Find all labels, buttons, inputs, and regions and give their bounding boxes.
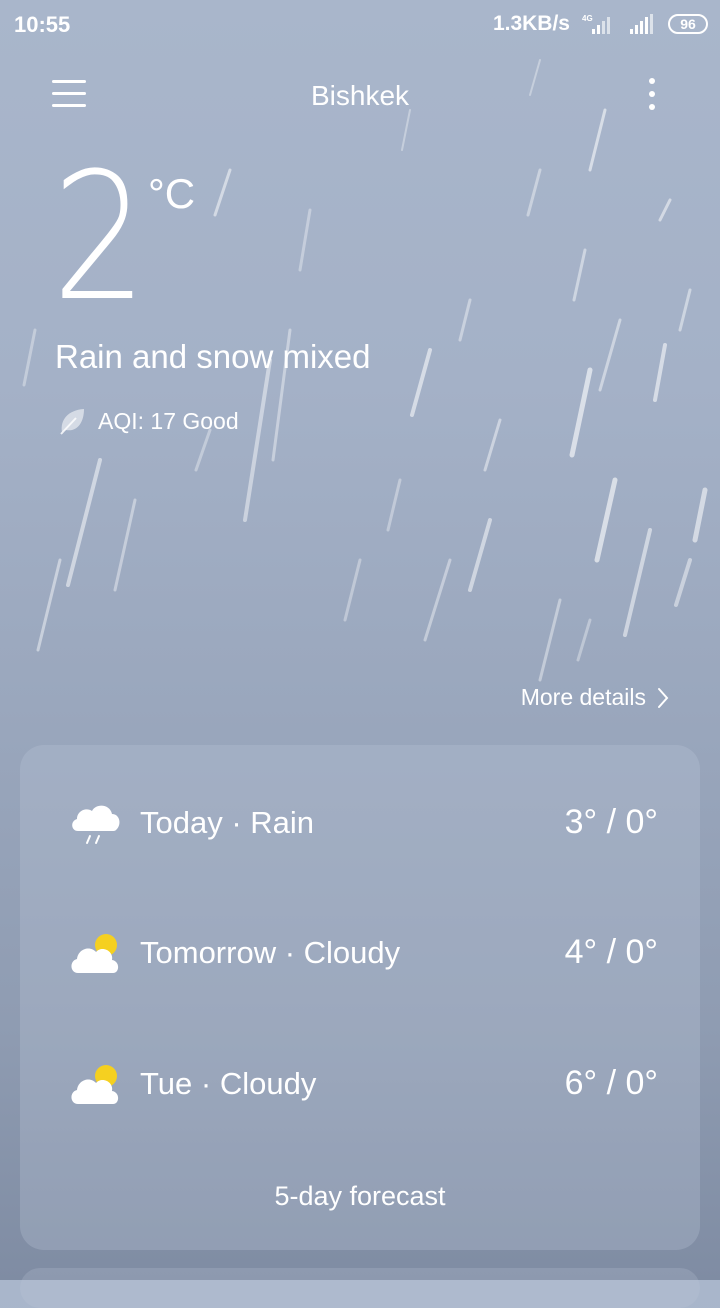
more-vertical-icon bbox=[649, 78, 655, 84]
leaf-icon bbox=[60, 409, 84, 435]
more-details-label: More details bbox=[520, 684, 646, 710]
forecast-label: Today · Rain bbox=[140, 805, 315, 840]
aqi-indicator[interactable]: AQI: 17 Good bbox=[58, 406, 239, 436]
rain-cloud-icon bbox=[72, 805, 120, 844]
more-options-button[interactable] bbox=[640, 78, 664, 118]
forecast-row-tomorrow[interactable]: Tomorrow · Cloudy 4° / 0° bbox=[20, 913, 700, 993]
forecast-temps: 4° / 0° bbox=[564, 933, 658, 971]
status-time: 10:55 bbox=[14, 12, 71, 37]
temperature-unit: °C bbox=[148, 170, 196, 217]
five-day-forecast-button[interactable]: 5-day forecast bbox=[20, 1181, 700, 1212]
status-icons: 1.3KB/s 4G 96 bbox=[493, 12, 708, 36]
network-type-label: 4G bbox=[582, 14, 593, 23]
forecast-label: Tomorrow · Cloudy bbox=[140, 935, 401, 970]
battery-icon: 96 bbox=[668, 14, 708, 34]
signal-strength-icon bbox=[630, 14, 653, 34]
status-bar: 10:55 1.3KB/s 4G 96 bbox=[0, 0, 720, 52]
more-details-link[interactable]: More details bbox=[521, 684, 670, 711]
network-speed: 1.3KB/s bbox=[492, 12, 570, 35]
forecast-label: Tue · Cloudy bbox=[140, 1066, 317, 1101]
current-condition: Rain and snow mixed bbox=[55, 338, 371, 375]
signal-4g-icon: 4G bbox=[582, 14, 610, 34]
partly-cloudy-icon bbox=[71, 934, 119, 973]
chevron-right-icon bbox=[658, 687, 669, 708]
city-name[interactable]: Bishkek bbox=[0, 80, 720, 112]
current-temperature: 2 bbox=[52, 135, 147, 340]
forecast-row-today[interactable]: Today · Rain 3° / 0° bbox=[20, 783, 700, 863]
forecast-row-tue[interactable]: Tue · Cloudy 6° / 0° bbox=[20, 1044, 700, 1124]
partly-cloudy-icon bbox=[71, 1065, 119, 1104]
app-header: Bishkek bbox=[0, 60, 720, 136]
forecast-temps: 6° / 0° bbox=[564, 1064, 658, 1102]
forecast-card: Today · Rain 3° / 0° Tomorrow · Cloudy 4… bbox=[20, 745, 700, 1250]
aqi-label: AQI: 17 Good bbox=[98, 407, 239, 434]
forecast-temps: 3° / 0° bbox=[564, 803, 658, 841]
battery-level: 96 bbox=[680, 16, 696, 32]
next-card-peek bbox=[20, 1268, 700, 1308]
